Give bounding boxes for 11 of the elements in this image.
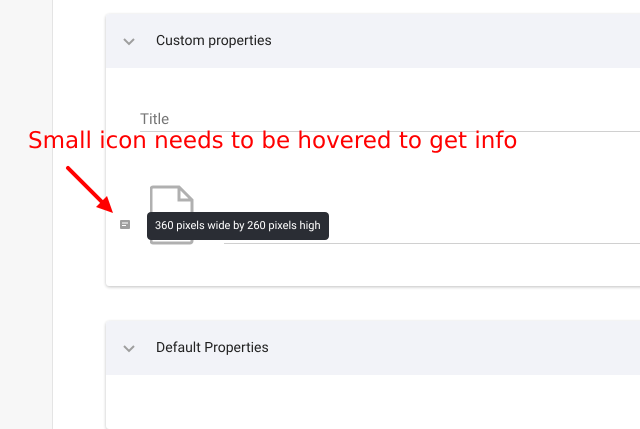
panel-header[interactable]: Default Properties <box>106 321 640 376</box>
panel-header[interactable]: Custom properties <box>106 14 640 68</box>
panel-title: Default Properties <box>156 338 269 358</box>
chevron-icon <box>122 36 136 46</box>
annotation-arrow <box>64 164 116 215</box>
tooltip: 360 pixels wide by 260 pixels high <box>147 212 329 240</box>
panel-title: Custom properties <box>156 32 272 50</box>
field-label: Title <box>140 109 170 130</box>
info-icon[interactable] <box>120 220 130 229</box>
chevron-icon <box>122 344 136 353</box>
annotation-text: Small icon needs to be hovered to get info <box>28 127 518 156</box>
